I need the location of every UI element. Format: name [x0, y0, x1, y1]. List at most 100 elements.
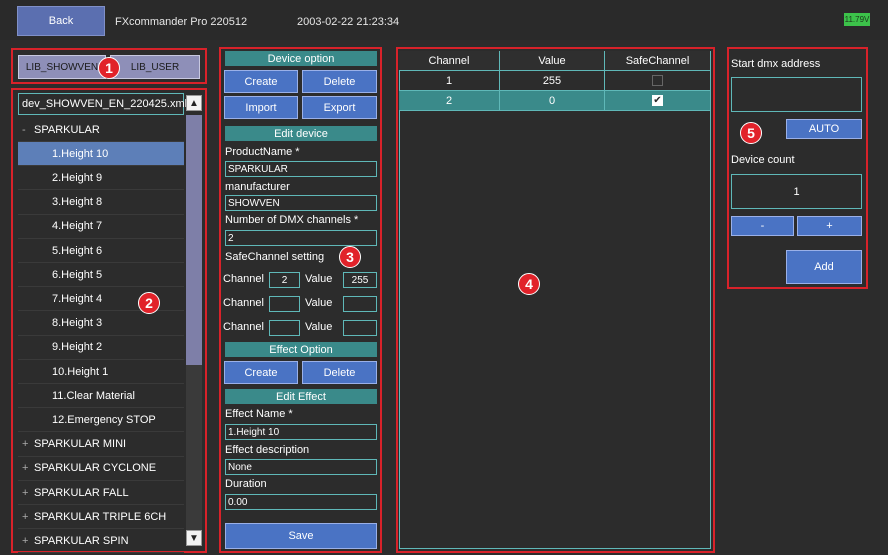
channel-table [399, 51, 711, 549]
tree-group[interactable]: - SPARKULAR [18, 118, 184, 142]
tree-item[interactable]: 6.Height 5 [18, 263, 184, 288]
safe-channel-label-2: Channel [223, 297, 264, 309]
tree-item[interactable]: 12.Emergency STOP [18, 408, 184, 433]
device-count-field[interactable]: 1 [731, 174, 862, 209]
cell-value: 0 [500, 91, 605, 111]
effect-delete-button[interactable]: Delete [302, 361, 377, 384]
auto-button[interactable]: AUTO [786, 119, 862, 139]
annotation-marker-2: 2 [138, 292, 160, 314]
decrement-button[interactable]: - [731, 216, 794, 236]
scroll-up-icon[interactable]: ▲ [186, 95, 202, 111]
tree-item-label: 7.Height 4 [52, 292, 103, 305]
product-name-label: ProductName * [225, 146, 300, 158]
tree-item[interactable]: 10.Height 1 [18, 360, 184, 384]
manufacturer-field[interactable]: SHOWVEN [225, 195, 377, 211]
effect-description-field[interactable]: None [225, 459, 377, 475]
safechannel-label: SafeChannel setting [225, 251, 325, 263]
edit-device-header: Edit device [225, 126, 377, 141]
effect-name-label: Effect Name * [225, 408, 293, 420]
expand-icon[interactable]: + [22, 438, 34, 450]
annotation-marker-3: 3 [339, 246, 361, 268]
safe-channel-label-1: Channel [223, 273, 264, 285]
tree-item[interactable]: 9.Height 2 [18, 336, 184, 360]
tree-group[interactable]: + SPARKULAR MINI [18, 433, 184, 457]
tree-item-label: SPARKULAR TRIPLE 6CH [34, 510, 167, 523]
scroll-down-icon[interactable]: ▼ [186, 530, 202, 546]
device-create-button[interactable]: Create [224, 70, 298, 93]
library-file-field[interactable]: dev_SHOWVEN_EN_220425.xml [18, 93, 187, 115]
cell-value: 255 [500, 71, 605, 91]
device-option-header: Device option [225, 51, 377, 66]
expand-icon[interactable]: + [22, 511, 34, 523]
tree-item-label: SPARKULAR SPIN [34, 534, 129, 547]
tree-item[interactable]: 11.Clear Material [18, 384, 184, 409]
cell-safechannel [605, 71, 711, 91]
safe-value-label-1: Value [305, 273, 333, 285]
tree-item[interactable]: 3.Height 8 [18, 191, 184, 215]
safe-value-field-1[interactable]: 255 [343, 272, 377, 288]
collapse-icon[interactable]: - [22, 124, 34, 136]
tree-item-label: SPARKULAR FALL [34, 486, 129, 499]
safe-value-field-3[interactable] [343, 320, 377, 336]
device-count-label: Device count [731, 154, 795, 166]
tree-item-label: 1.Height 10 [52, 147, 109, 160]
dmx-channels-field[interactable]: 2 [225, 230, 377, 246]
tree-item-label: SPARKULAR CYCLONE [34, 462, 157, 475]
annotation-marker-1: 1 [98, 57, 120, 79]
tab-lib-showven[interactable]: LIB_SHOWVEN [18, 55, 106, 79]
effect-option-header: Effect Option [225, 342, 377, 357]
increment-button[interactable]: + [797, 216, 862, 236]
effect-name-field[interactable]: 1.Height 10 [225, 424, 377, 440]
table-row[interactable]: 1 255 [399, 71, 711, 91]
safe-channel-field-2[interactable] [269, 296, 300, 312]
safe-channel-field-3[interactable] [269, 320, 300, 336]
device-export-button[interactable]: Export [302, 96, 377, 119]
tab-lib-user[interactable]: LIB_USER [110, 55, 200, 79]
tree-item-label: SPARKULAR [34, 123, 100, 136]
tree-group[interactable]: + SPARKULAR TRIPLE 6CH [18, 505, 184, 530]
add-button[interactable]: Add [786, 250, 862, 284]
duration-field[interactable]: 0.00 [225, 494, 377, 510]
app-title: FXcommander Pro 220512 [115, 16, 248, 28]
start-dmx-field[interactable] [731, 77, 862, 112]
device-import-button[interactable]: Import [224, 96, 298, 119]
datetime: 2003-02-22 21:23:34 [297, 16, 400, 28]
expand-icon[interactable]: + [22, 462, 34, 474]
safe-channel-field-1[interactable]: 2 [269, 272, 300, 288]
safechannel-checkbox[interactable]: ✔ [652, 95, 663, 106]
device-delete-button[interactable]: Delete [302, 70, 377, 93]
back-button[interactable]: Back [17, 6, 105, 36]
tree-item-label: 10.Height 1 [52, 365, 109, 378]
tree-group[interactable]: + SPARKULAR FALL [18, 481, 184, 505]
column-header-channel: Channel [399, 51, 500, 71]
safe-value-field-2[interactable] [343, 296, 377, 312]
save-button[interactable]: Save [225, 523, 377, 549]
safe-value-label-3: Value [305, 321, 333, 333]
battery-indicator: 11.79V [844, 13, 870, 26]
tree-scroll-thumb[interactable] [186, 115, 202, 365]
app-window: Back FXcommander Pro 220512 2003-02-22 2… [0, 0, 888, 555]
tree-item[interactable]: 5.Height 6 [18, 239, 184, 263]
tree-item[interactable]: 8.Height 3 [18, 312, 184, 336]
tree-item-label: 8.Height 3 [52, 317, 103, 330]
expand-icon[interactable]: + [22, 487, 34, 499]
tree-item-label: 4.Height 7 [52, 220, 103, 233]
column-header-value: Value [500, 51, 605, 71]
tree-item-label: 12.Emergency STOP [52, 413, 156, 426]
tree-item[interactable]: 1.Height 10 [18, 142, 184, 167]
expand-icon[interactable]: + [22, 535, 34, 547]
tree-group[interactable]: + SPARKULAR SPIN [18, 529, 184, 554]
safechannel-checkbox[interactable] [652, 75, 663, 86]
table-row-selected[interactable]: 2 0 ✔ [399, 91, 711, 111]
product-name-field[interactable]: SPARKULAR [225, 161, 377, 177]
effect-description-label: Effect description [225, 444, 310, 456]
cell-channel: 1 [399, 71, 500, 91]
tree-item-label: 11.Clear Material [52, 389, 135, 402]
tree-group[interactable]: + SPARKULAR CYCLONE [18, 457, 184, 481]
edit-effect-header: Edit Effect [225, 389, 377, 404]
cell-safechannel: ✔ [605, 91, 711, 111]
effect-create-button[interactable]: Create [224, 361, 298, 384]
tree-item[interactable]: 2.Height 9 [18, 166, 184, 191]
cell-channel: 2 [399, 91, 500, 111]
tree-item[interactable]: 4.Height 7 [18, 215, 184, 239]
